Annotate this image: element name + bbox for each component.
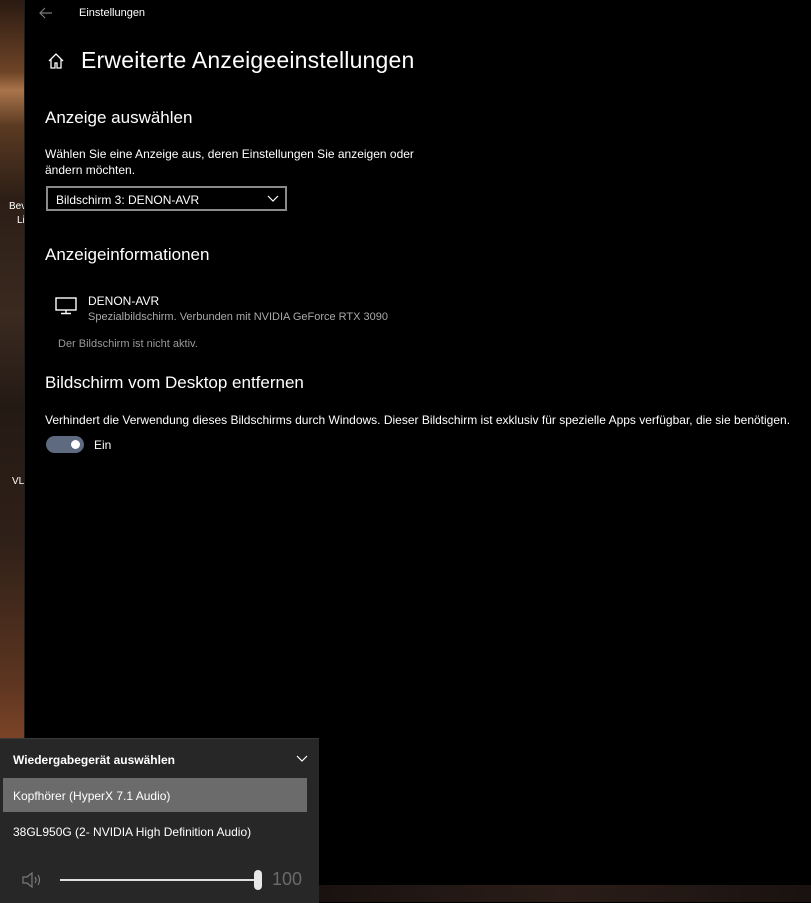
volume-slider-track[interactable]: [60, 879, 256, 881]
back-arrow-icon[interactable]: [37, 4, 55, 22]
volume-slider-thumb[interactable]: [254, 870, 262, 890]
remove-desktop-toggle[interactable]: [46, 436, 84, 453]
audio-device-item[interactable]: 38GL950G (2- NVIDIA High Definition Audi…: [3, 814, 307, 848]
display-subtitle: Spezialbildschirm. Verbunden mit NVIDIA …: [88, 311, 388, 323]
taskbar-edge: [319, 885, 811, 902]
desktop-icon-label: Bev: [9, 201, 24, 212]
desktop-icon-label: VL: [12, 476, 24, 487]
volume-value: 100: [272, 869, 303, 889]
home-icon[interactable]: [47, 52, 65, 70]
display-name: DENON-AVR: [88, 294, 160, 308]
display-status-text: Der Bildschirm ist nicht aktiv.: [58, 338, 198, 350]
monitor-icon: [55, 297, 77, 315]
speaker-icon[interactable]: [21, 871, 45, 889]
chevron-down-icon[interactable]: [296, 754, 308, 764]
page-title: Erweiterte Anzeigeeinstellungen: [81, 47, 415, 73]
chevron-down-icon: [267, 195, 279, 202]
section-heading-remove-desktop: Bildschirm vom Desktop entfernen: [45, 373, 304, 392]
display-select-dropdown[interactable]: Bildschirm 3: DENON-AVR: [46, 186, 287, 211]
display-select-value: Bildschirm 3: DENON-AVR: [56, 193, 200, 207]
window-title: Einstellungen: [79, 7, 146, 19]
remove-desktop-description: Verhindert die Verwendung dieses Bildsch…: [45, 413, 791, 427]
audio-device-flyout: Wiedergabegerät auswählen Kopfhörer (Hyp…: [0, 738, 319, 903]
title-bar: Einstellungen: [25, 0, 811, 28]
toggle-knob: [71, 440, 80, 449]
desktop-icon-label: Li: [17, 215, 24, 226]
audio-device-item[interactable]: Kopfhörer (HyperX 7.1 Audio): [3, 778, 307, 812]
select-display-description: Wählen Sie eine Anzeige aus, deren Einst…: [45, 147, 414, 177]
section-heading-display-info: Anzeigeinformationen: [45, 245, 210, 264]
toggle-state-label: Ein: [94, 438, 112, 452]
section-heading-select-display: Anzeige auswählen: [45, 108, 193, 127]
flyout-title: Wiedergabegerät auswählen: [13, 753, 175, 767]
